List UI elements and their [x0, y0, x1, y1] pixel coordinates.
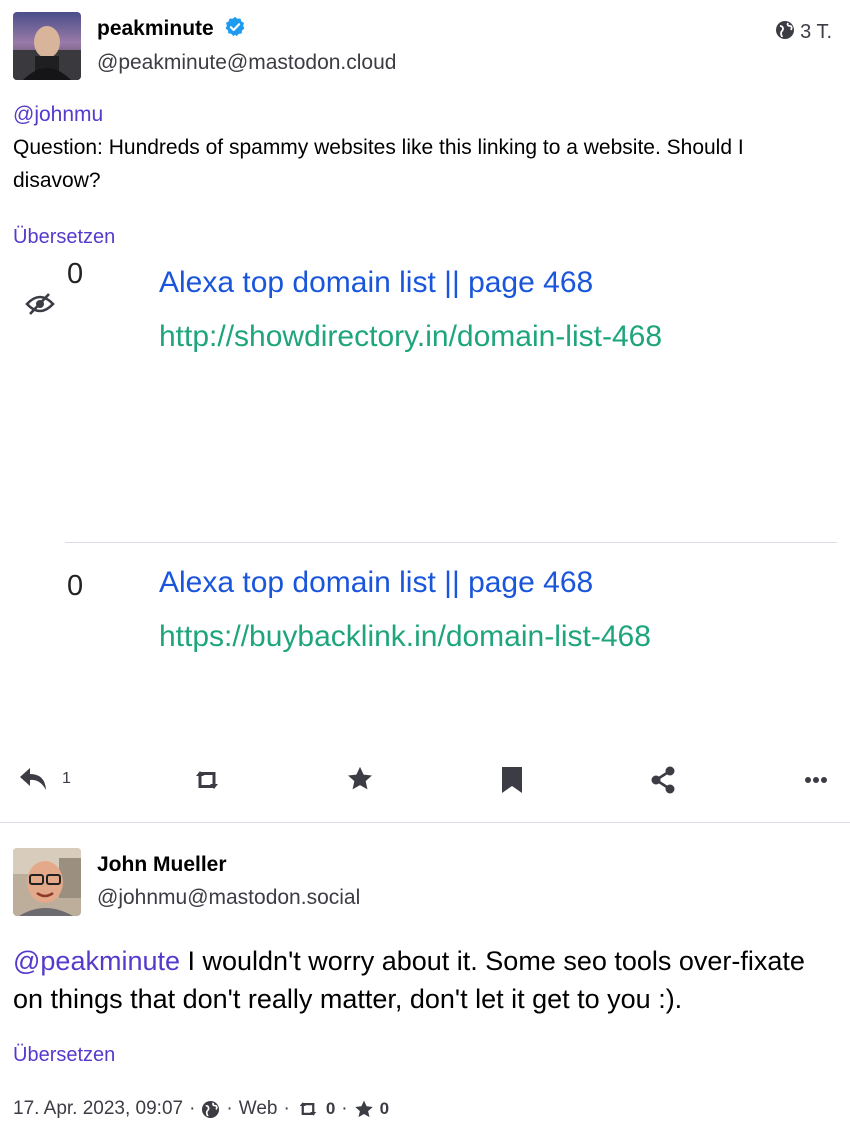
post-content: @johnmu Question: Hundreds of spammy web… [13, 98, 813, 197]
favourite-button[interactable] [346, 766, 374, 792]
share-icon [650, 766, 676, 794]
translate-link[interactable]: Übersetzen [13, 1044, 115, 1067]
globe-icon [775, 20, 795, 45]
attachment-row-url: http://showdirectory.in/domain-list-468 [159, 320, 662, 353]
translate-link[interactable]: Übersetzen [13, 226, 115, 249]
attachment-row-title: Alexa top domain list || page 468 [159, 566, 594, 599]
boost-button[interactable] [191, 768, 223, 792]
post-content: @peakminute I wouldn't worry about it. S… [13, 942, 823, 1018]
mention-link[interactable]: @johnmu [13, 103, 103, 126]
meta-separator: · [341, 1098, 348, 1119]
reply-icon [18, 766, 48, 792]
account-handle[interactable]: @peakminute@mastodon.cloud [97, 51, 396, 75]
verified-badge-icon [224, 16, 246, 38]
star-icon [354, 1100, 374, 1119]
display-name[interactable]: peakminute [97, 17, 214, 40]
post-meta: 17. Apr. 2023, 09:07 · · Web · 0 · 0 [13, 1098, 395, 1120]
reply-count: 1 [62, 770, 71, 787]
media-attachment[interactable]: 0 Alexa top domain list || page 468 http… [13, 262, 837, 740]
globe-icon [201, 1100, 220, 1119]
ellipsis-icon [804, 776, 828, 784]
attachment-row-title: Alexa top domain list || page 468 [159, 266, 594, 299]
more-options-button[interactable] [804, 776, 828, 784]
meta-separator: · [189, 1098, 196, 1119]
meta-separator: · [283, 1098, 290, 1119]
attachment-row-url: https://buybacklink.in/domain-list-468 [159, 620, 651, 653]
attachment-row-number: 0 [67, 262, 84, 290]
display-name[interactable]: John Mueller [97, 853, 227, 877]
boost-count: 0 [325, 1099, 336, 1118]
post-visibility-age[interactable]: 3 T. [775, 20, 832, 45]
meta-separator: · [226, 1098, 233, 1119]
favourite-count: 0 [379, 1099, 390, 1118]
bookmark-icon [501, 766, 523, 794]
avatar[interactable] [13, 848, 81, 916]
attachment-divider [65, 542, 837, 543]
post-divider [0, 822, 850, 823]
post-age: 3 T. [800, 21, 832, 43]
boost-icon [191, 768, 223, 792]
reply-button[interactable]: 1 [18, 766, 71, 792]
boost-icon [296, 1100, 320, 1118]
post-text: Question: Hundreds of spammy websites li… [13, 136, 744, 192]
post-timestamp[interactable]: 17. Apr. 2023, 09:07 [13, 1098, 183, 1120]
avatar[interactable] [13, 12, 81, 80]
bookmark-button[interactable] [501, 766, 523, 794]
star-icon [346, 766, 374, 792]
share-button[interactable] [650, 766, 676, 794]
mention-link[interactable]: @peakminute [13, 946, 180, 976]
post-client: Web [238, 1098, 278, 1119]
attachment-row-number: 0 [67, 570, 84, 602]
hide-media-icon[interactable] [25, 292, 55, 321]
account-handle[interactable]: @johnmu@mastodon.social [97, 886, 360, 910]
